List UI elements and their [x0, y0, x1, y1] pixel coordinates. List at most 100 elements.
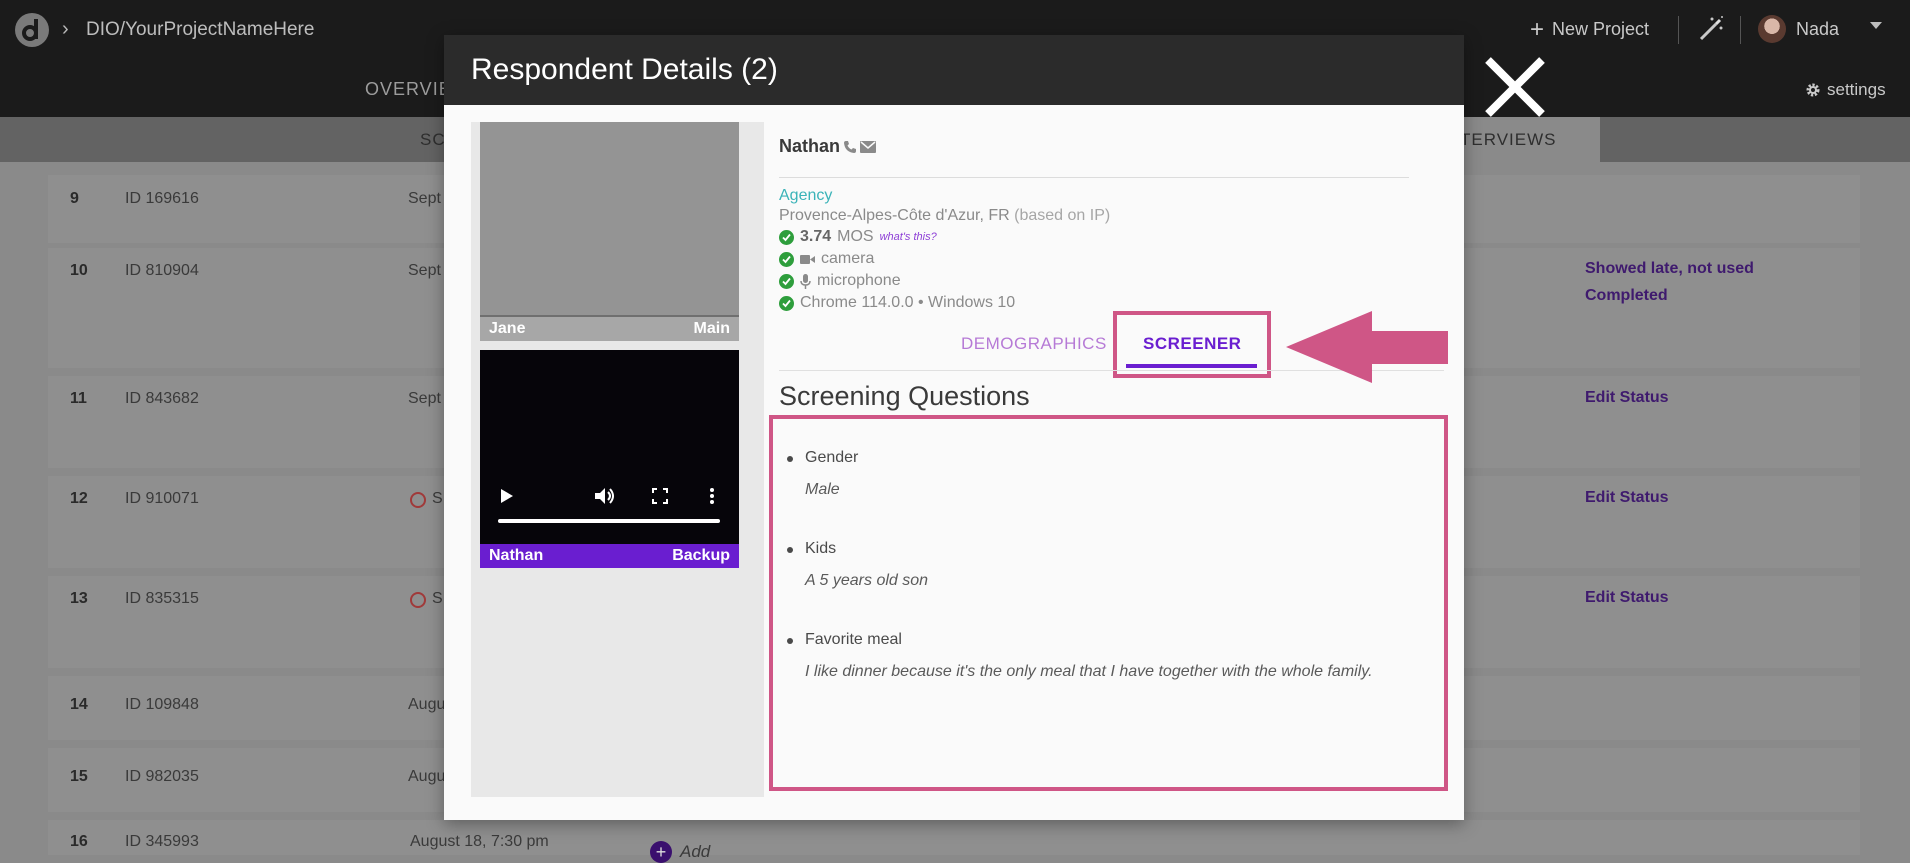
- status-link[interactable]: Showed late, not used: [1585, 255, 1754, 282]
- row-number: 14: [70, 696, 88, 713]
- tab-screener[interactable]: SCREENER: [1113, 311, 1271, 378]
- settings-button[interactable]: settings: [1805, 80, 1886, 100]
- participant-name: Jane: [489, 320, 526, 337]
- microphone-row: microphone: [779, 272, 901, 290]
- row-number: 16: [70, 833, 88, 850]
- list-item: Kids A 5 years old son: [785, 540, 1395, 592]
- browser-row: Chrome 114.0.0 • Windows 10: [779, 294, 1015, 312]
- mos-label: MOS: [837, 228, 874, 245]
- row-id: ID 910071: [125, 490, 199, 507]
- caret-down-icon[interactable]: [1870, 22, 1882, 29]
- question: Kids: [785, 540, 1395, 558]
- tab-overview[interactable]: OVERVIE: [365, 79, 452, 100]
- video-panel: Jane Main Nathan Backup: [471, 122, 764, 797]
- user-name: Nada: [1796, 18, 1840, 39]
- camera-label: camera: [821, 250, 875, 267]
- divider: [1678, 16, 1679, 44]
- microphone-label: microphone: [817, 272, 901, 289]
- user-menu[interactable]: Nada: [1758, 15, 1839, 43]
- row-date: S: [432, 490, 443, 507]
- answer: I like dinner because it's the only meal…: [805, 663, 1373, 680]
- mail-icon[interactable]: [860, 140, 877, 153]
- question: Gender: [785, 449, 1395, 467]
- camera-icon: [800, 254, 815, 264]
- list-item: Favorite meal I like dinner because it's…: [785, 631, 1395, 683]
- table-row[interactable]: 16 ID 345993 August 18, 7:30 pm: [48, 820, 1860, 855]
- play-icon[interactable]: [500, 486, 514, 506]
- row-number: 11: [70, 390, 87, 407]
- row-id: ID 169616: [125, 190, 199, 207]
- row-date: Augu: [408, 696, 446, 713]
- row-date: Sept: [408, 190, 441, 207]
- clock-icon: [410, 492, 426, 508]
- question: Favorite meal: [785, 631, 1395, 649]
- divider: [779, 177, 1409, 178]
- status-link[interactable]: Completed: [1585, 282, 1668, 309]
- breadcrumb[interactable]: DIO/YourProjectNameHere: [86, 19, 314, 41]
- row-number: 9: [70, 190, 79, 207]
- video-tile-main[interactable]: Jane Main: [480, 122, 739, 341]
- row-id: ID 810904: [125, 262, 199, 279]
- divider: [1740, 16, 1741, 44]
- tab-interviews[interactable]: TERVIEWS: [1440, 117, 1600, 162]
- new-project-button[interactable]: + New Project: [1530, 17, 1650, 41]
- plus-icon: +: [650, 841, 672, 863]
- tab-demographics[interactable]: DEMOGRAPHICS: [961, 334, 1107, 354]
- answer: Male: [805, 481, 840, 498]
- participant-role: Main: [693, 320, 730, 337]
- participant-role: Backup: [672, 547, 730, 564]
- avatar: [1758, 15, 1786, 43]
- close-icon[interactable]: [1480, 52, 1550, 122]
- camera-row: camera: [779, 250, 874, 268]
- magic-wand-icon[interactable]: [1696, 14, 1726, 44]
- video-progress-bar[interactable]: [498, 519, 720, 523]
- list-item: Gender Male: [785, 449, 1395, 501]
- check-icon: [779, 273, 794, 289]
- more-vert-icon[interactable]: [709, 486, 715, 506]
- edit-status-link[interactable]: Edit Status: [1585, 384, 1669, 411]
- row-id: ID 843682: [125, 390, 199, 407]
- settings-label: settings: [1827, 80, 1886, 99]
- arrow-left-icon: [1286, 311, 1448, 383]
- row-date: Sept: [408, 262, 441, 279]
- screening-questions-list: Gender Male Kids A 5 years old son Favor…: [769, 415, 1448, 791]
- row-date: Sept: [408, 390, 441, 407]
- row-number: 10: [70, 262, 88, 279]
- tile-label-bar: Jane Main: [480, 317, 739, 341]
- row-number: 12: [70, 490, 88, 507]
- row-id: ID 835315: [125, 590, 199, 607]
- row-number: 15: [70, 768, 88, 785]
- tab-interviews-label: TERVIEWS: [1460, 130, 1557, 149]
- mos-row: 3.74 MOS what's this?: [779, 228, 937, 246]
- row-date: S: [432, 590, 443, 607]
- add-label: Add: [680, 842, 711, 861]
- tab-screener-page[interactable]: SC: [420, 130, 446, 150]
- screening-questions-title: Screening Questions: [779, 381, 1030, 411]
- tile-label-bar: Nathan Backup: [480, 544, 739, 568]
- row-number: 13: [70, 590, 88, 607]
- respondent-name-row: Nathan: [779, 136, 877, 157]
- modal-title: Respondent Details (2): [471, 53, 778, 86]
- row-date: August 18, 7:30 pm: [410, 833, 549, 850]
- edit-status-link[interactable]: Edit Status: [1585, 484, 1669, 511]
- respondent-details-modal: Respondent Details (2) Jane Main Nathan …: [444, 35, 1464, 820]
- video-tile-backup[interactable]: Nathan Backup: [480, 350, 739, 568]
- respondent-name: Nathan: [779, 136, 841, 156]
- microphone-icon: [800, 273, 811, 289]
- logo-icon[interactable]: [14, 12, 50, 48]
- location-text: Provence-Alpes-Côte d'Azur, FR: [779, 207, 1010, 224]
- modal-header: Respondent Details (2): [444, 35, 1464, 105]
- clock-icon: [410, 592, 426, 608]
- edit-status-link[interactable]: Edit Status: [1585, 584, 1669, 611]
- check-icon: [779, 295, 794, 311]
- mos-value: 3.74: [800, 228, 832, 245]
- fullscreen-icon[interactable]: [651, 486, 669, 506]
- add-button[interactable]: + Add: [650, 841, 710, 863]
- gear-icon: [1806, 83, 1820, 97]
- whats-this-link[interactable]: what's this?: [880, 231, 937, 243]
- active-tab-underline: [1126, 364, 1257, 368]
- check-icon: [779, 229, 794, 245]
- phone-icon[interactable]: [843, 140, 857, 154]
- new-project-label: New Project: [1552, 19, 1650, 39]
- volume-icon[interactable]: [594, 486, 616, 506]
